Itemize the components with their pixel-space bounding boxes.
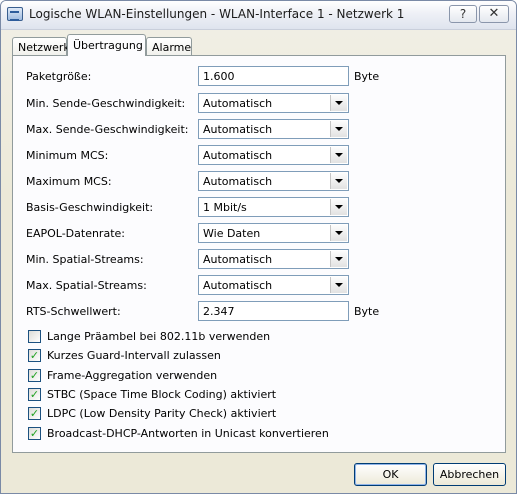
option-ldpc-label: LDPC (Low Density Parity Check) aktivier… [47, 407, 277, 420]
max-spatial-streams-label: Max. Spatial-Streams: [26, 279, 147, 292]
min-mcs-select[interactable]: Automatisch [198, 145, 349, 165]
basic-speed-label: Basis-Geschwindigkeit: [26, 201, 154, 214]
app-icon [7, 7, 23, 21]
min-spatial-streams-select[interactable]: Automatisch [198, 249, 349, 269]
option-long-preamble-label: Lange Präambel bei 802.11b verwenden [47, 330, 271, 343]
min-send-speed-value: Automatisch [203, 97, 273, 110]
max-send-speed-value: Automatisch [203, 123, 273, 136]
checkbox-stbc[interactable]: ✓ [28, 388, 41, 401]
checkbox-long-preamble[interactable] [28, 330, 41, 343]
chevron-down-icon[interactable] [330, 225, 347, 241]
min-mcs-label: Minimum MCS: [26, 149, 109, 162]
max-send-speed-label: Max. Sende-Geschwindigkeit: [26, 123, 189, 136]
option-short-guard-interval-label: Kurzes Guard-Intervall zulassen [47, 349, 221, 362]
chevron-down-icon[interactable] [330, 173, 347, 189]
chevron-down-icon[interactable] [330, 251, 347, 267]
min-send-speed-select[interactable]: Automatisch [198, 93, 349, 113]
checkbox-frame-aggregation[interactable]: ✓ [28, 369, 41, 382]
chevron-down-icon[interactable] [330, 95, 347, 111]
chevron-down-icon[interactable] [330, 199, 347, 215]
window-title: Logische WLAN-Einstellungen - WLAN-Inter… [29, 7, 405, 21]
basic-speed-value: 1 Mbit/s [203, 201, 247, 214]
eapol-rate-label: EAPOL-Datenrate: [26, 227, 125, 240]
packet-size-label: Paketgröße: [26, 70, 92, 83]
option-frame-aggregation-label: Frame-Aggregation verwenden [47, 369, 218, 382]
max-mcs-label: Maximum MCS: [26, 175, 112, 188]
tab-alarme[interactable]: Alarme [146, 37, 192, 55]
packet-size-input[interactable]: 1.600 [198, 66, 349, 86]
min-mcs-value: Automatisch [203, 149, 273, 162]
tab-panel: Paketgröße: 1.600 Byte Min. Sende-Geschw… [12, 55, 506, 453]
option-stbc-label: STBC (Space Time Block Coding) aktiviert [47, 388, 277, 401]
checkbox-broadcast-dhcp[interactable]: ✓ [28, 427, 41, 440]
min-spatial-streams-label: Min. Spatial-Streams: [26, 253, 144, 266]
min-spatial-streams-value: Automatisch [203, 253, 273, 266]
chevron-down-icon[interactable] [330, 121, 347, 137]
help-button[interactable]: ? [449, 5, 477, 23]
max-mcs-select[interactable]: Automatisch [198, 171, 349, 191]
rts-threshold-unit: Byte [354, 305, 380, 318]
title-bar: Logische WLAN-Einstellungen - WLAN-Inter… [1, 1, 516, 30]
close-button[interactable]: ✕ [479, 5, 509, 23]
dialog-window: Logische WLAN-Einstellungen - WLAN-Inter… [0, 0, 517, 494]
eapol-rate-select[interactable]: Wie Daten [198, 223, 349, 243]
eapol-rate-value: Wie Daten [203, 227, 261, 240]
min-send-speed-label: Min. Sende-Geschwindigkeit: [26, 97, 186, 110]
packet-size-unit: Byte [354, 70, 380, 83]
rts-threshold-input[interactable]: 2.347 [198, 301, 349, 321]
basic-speed-select[interactable]: 1 Mbit/s [198, 197, 349, 217]
chevron-down-icon[interactable] [330, 277, 347, 293]
max-mcs-value: Automatisch [203, 175, 273, 188]
tab-uebertragung[interactable]: Übertragung [67, 34, 146, 56]
max-spatial-streams-value: Automatisch [203, 279, 273, 292]
cancel-button[interactable]: Abbrechen [433, 463, 506, 486]
chevron-down-icon[interactable] [330, 147, 347, 163]
tab-netzwerk[interactable]: Netzwerk [12, 37, 70, 55]
checkbox-short-guard-interval[interactable]: ✓ [28, 349, 41, 362]
max-send-speed-select[interactable]: Automatisch [198, 119, 349, 139]
max-spatial-streams-select[interactable]: Automatisch [198, 275, 349, 295]
rts-threshold-label: RTS-Schwellwert: [26, 305, 121, 318]
ok-button[interactable]: OK [354, 463, 427, 486]
option-broadcast-dhcp-label: Broadcast-DHCP-Antworten in Unicast konv… [47, 427, 329, 440]
checkbox-ldpc[interactable]: ✓ [28, 407, 41, 420]
